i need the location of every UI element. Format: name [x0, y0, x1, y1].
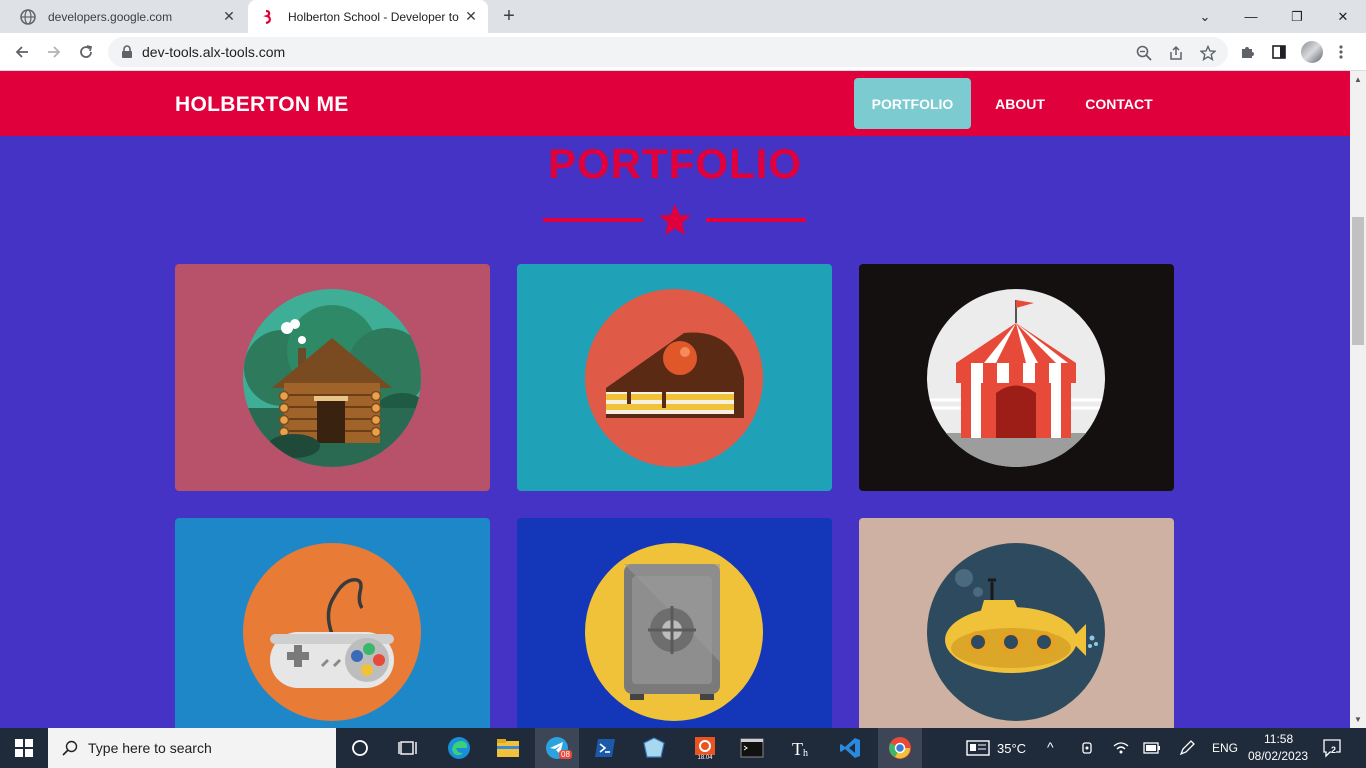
search-icon [62, 740, 78, 756]
battery-icon[interactable] [1143, 742, 1161, 754]
chevron-up-icon[interactable]: ^ [1047, 739, 1054, 755]
windows-taskbar: Type here to search 08 18.04 Th 35°C ^ E… [0, 728, 1366, 768]
close-tab-icon[interactable]: ✕ [460, 6, 482, 28]
typora-icon[interactable]: Th [779, 728, 823, 768]
language-indicator[interactable]: ENG [1212, 741, 1238, 755]
file-explorer-icon[interactable] [486, 728, 530, 768]
svg-text:T: T [792, 739, 803, 759]
chrome-icon[interactable] [878, 728, 922, 768]
reload-button[interactable] [74, 40, 98, 64]
search-placeholder: Type here to search [88, 740, 212, 756]
site-brand[interactable]: HOLBERTON ME [175, 93, 349, 117]
tab-developers-google[interactable]: developers.google.com ✕ [8, 0, 246, 33]
arrow-left-icon [15, 46, 28, 58]
telegram-icon[interactable]: 08 [535, 728, 579, 768]
browser-toolbar: dev-tools.alx-tools.com [0, 33, 1366, 71]
portfolio-card-controller[interactable] [175, 518, 490, 745]
terminal-icon[interactable] [730, 728, 774, 768]
task-view-icon[interactable] [386, 728, 430, 768]
tab-holberton[interactable]: Holberton School - Developer to ✕ [248, 0, 488, 33]
pen-icon[interactable] [1178, 739, 1196, 757]
bookmark-star-icon[interactable] [1199, 44, 1217, 62]
scroll-thumb[interactable] [1352, 217, 1364, 345]
more-menu-icon[interactable] [1331, 42, 1351, 62]
tab-search-chevron-icon[interactable]: ⌄ [1182, 0, 1228, 33]
divider-line-right [706, 218, 806, 222]
portfolio-card-cabin[interactable] [175, 264, 490, 491]
portfolio-card-circus[interactable] [859, 264, 1174, 491]
log-cabin-icon [243, 289, 421, 467]
lock-icon [122, 45, 132, 58]
arrow-right-icon [48, 46, 61, 58]
portfolio-card-safe[interactable] [517, 518, 832, 745]
close-window-button[interactable]: ✕ [1320, 0, 1366, 33]
wifi-icon[interactable] [1112, 740, 1130, 756]
submarine-icon [927, 543, 1105, 721]
edge-icon[interactable] [437, 728, 481, 768]
cake-slice-icon [585, 289, 763, 467]
star-icon [659, 204, 691, 235]
globe-icon [20, 8, 36, 25]
safe-icon [585, 543, 763, 721]
ubuntu-icon[interactable]: 18.04 [683, 728, 727, 768]
minimize-button[interactable]: — [1228, 0, 1274, 33]
virtualbox-icon[interactable] [632, 728, 676, 768]
nav-portfolio[interactable]: PORTFOLIO [854, 78, 971, 129]
notification-count: 2 [1331, 745, 1337, 755]
profile-avatar[interactable] [1301, 41, 1323, 63]
clock-date[interactable]: 08/02/2023 [1248, 749, 1308, 763]
close-tab-icon[interactable]: ✕ [218, 6, 240, 28]
windows-logo-icon [15, 739, 33, 757]
new-tab-button[interactable]: + [498, 5, 520, 27]
extensions-puzzle-icon[interactable] [1237, 42, 1257, 62]
url-text: dev-tools.alx-tools.com [142, 44, 286, 60]
zoom-icon[interactable] [1135, 44, 1153, 62]
share-icon[interactable] [1167, 44, 1185, 62]
scroll-down-icon[interactable]: ▼ [1354, 715, 1362, 724]
section-title: PORTFOLIO [548, 140, 802, 187]
side-panel-icon[interactable] [1269, 42, 1289, 62]
start-button[interactable] [0, 728, 48, 768]
back-button[interactable] [10, 40, 34, 64]
vscode-icon[interactable] [828, 728, 872, 768]
svg-text:18.04: 18.04 [697, 755, 713, 760]
portfolio-card-submarine[interactable] [859, 518, 1174, 745]
news-widget-icon[interactable] [966, 740, 990, 756]
temperature[interactable]: 35°C [997, 741, 1026, 756]
clock-time[interactable]: 11:58 [1264, 732, 1293, 746]
taskbar-search-box[interactable]: Type here to search [48, 728, 336, 768]
nav-contact[interactable]: CONTACT [1070, 78, 1168, 129]
meet-now-icon[interactable] [1080, 740, 1094, 756]
tab-title: developers.google.com [48, 9, 173, 24]
scroll-up-icon[interactable]: ▲ [1354, 75, 1362, 84]
nav-about[interactable]: ABOUT [980, 78, 1060, 129]
address-bar[interactable]: dev-tools.alx-tools.com [108, 37, 1228, 67]
circus-tent-icon [927, 289, 1105, 467]
svg-text:h: h [803, 748, 808, 759]
holberton-favicon-icon [260, 9, 276, 25]
tab-title: Holberton School - Developer to [288, 9, 459, 24]
portfolio-card-cake[interactable] [517, 264, 832, 491]
reload-icon [80, 45, 93, 58]
notification-center-icon[interactable]: 2 [1322, 738, 1344, 758]
site-header: HOLBERTON ME PORTFOLIO ABOUT CONTACT [0, 71, 1350, 136]
divider-line-left [543, 218, 643, 222]
cortana-icon[interactable] [338, 728, 382, 768]
restore-button[interactable]: ❐ [1274, 0, 1320, 33]
browser-tab-bar: developers.google.com ✕ Holberton School… [0, 0, 1366, 33]
telegram-badge: 08 [559, 750, 572, 759]
game-controller-icon [243, 543, 421, 721]
powershell-icon[interactable] [583, 728, 627, 768]
page-scrollbar[interactable]: ▲ ▼ [1350, 71, 1366, 728]
forward-button[interactable] [42, 40, 66, 64]
